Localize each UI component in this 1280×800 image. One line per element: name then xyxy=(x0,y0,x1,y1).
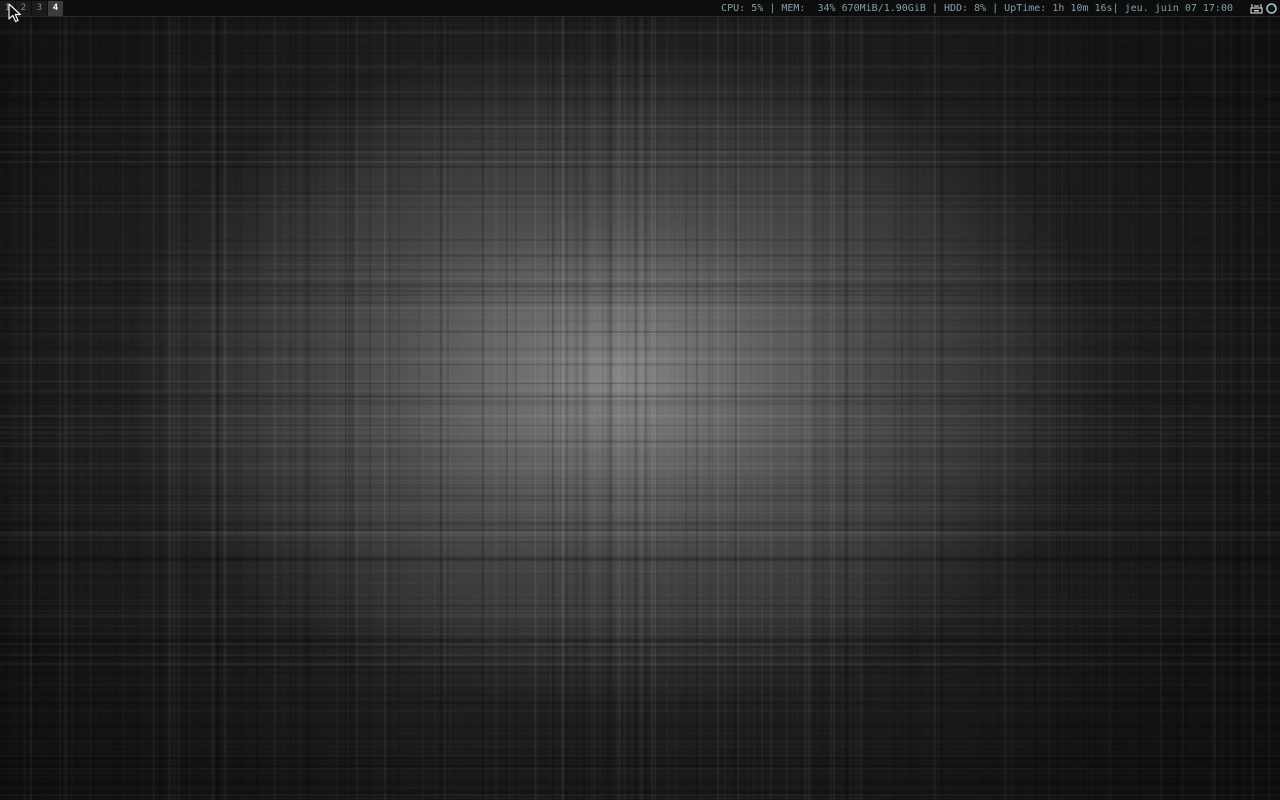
cpu-value: 5% xyxy=(751,3,764,14)
hdd-value: 8% xyxy=(974,3,987,14)
system-status: CPU: 5% | MEM: 34% 670MiB/1.90GiB | HDD:… xyxy=(721,3,1233,14)
cpu-label: CPU: xyxy=(721,3,746,14)
workspace-switcher: 1 2 3 4 xyxy=(0,1,64,16)
update-icon[interactable] xyxy=(1265,2,1278,15)
workspace-1[interactable]: 1 xyxy=(0,1,15,16)
workspace-2[interactable]: 2 xyxy=(16,1,31,16)
uptime-label: UpTime: xyxy=(1004,3,1047,14)
top-panel: 1 2 3 4 CPU: 5% | MEM: 34% 670MiB/1.90Gi… xyxy=(0,0,1280,17)
system-tray xyxy=(1248,1,1278,16)
desktop[interactable]: 1 2 3 4 CPU: 5% | MEM: 34% 670MiB/1.90Gi… xyxy=(0,0,1280,800)
mem-label: MEM: xyxy=(781,3,806,14)
clock[interactable]: jeu. juin 07 17:00 xyxy=(1125,3,1233,14)
mem-value: 34% 670MiB/1.90GiB xyxy=(817,3,926,14)
wallpaper-texture xyxy=(0,0,1280,800)
workspace-4[interactable]: 4 xyxy=(48,1,63,16)
wallpaper-vignette xyxy=(0,0,1280,800)
uptime-value: 1h 10m 16s xyxy=(1052,3,1113,14)
workspace-3[interactable]: 3 xyxy=(32,1,47,16)
network-icon[interactable] xyxy=(1250,2,1263,15)
hdd-label: HDD: xyxy=(943,3,969,14)
